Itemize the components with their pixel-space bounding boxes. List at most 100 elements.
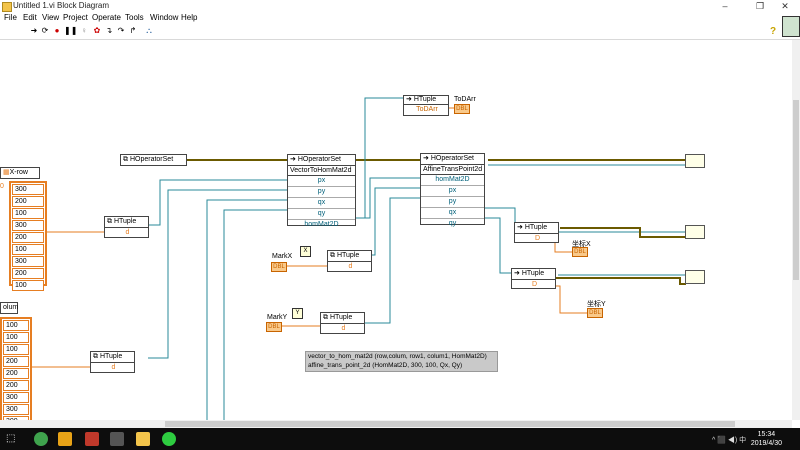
file-explorer-icon[interactable] [58,432,72,446]
comment-line: vector_to_hom_mat2d (row,colum, row1, co… [308,353,487,360]
node-header: ➜ HOperatorSet [421,154,484,165]
back-icon[interactable]: ⬚ [6,432,20,446]
scroll-thumb[interactable] [793,100,799,280]
param-px[interactable]: px [421,186,484,197]
media-icon[interactable] [110,432,124,446]
vector-to-hom-mat2d-node[interactable]: ➜ HOperatorSet VectorToHomMat2d px py qx… [287,154,356,228]
node-header: ➜ HTuple [512,269,555,280]
htuple-constructor-node[interactable]: ⧉ HTuple d [104,216,149,238]
clock[interactable]: 15:34 2019/4/30 [751,430,782,448]
column-array-label: olum [0,302,18,314]
browser-icon[interactable] [34,432,48,446]
array-index[interactable]: 0 [0,183,4,190]
param-qx[interactable]: qx [421,208,484,219]
invoke-arrow-icon: ➜ [514,270,522,277]
method-name: VectorToHomMat2d [288,166,355,176]
array-element[interactable]: 100 [12,208,44,219]
array-element[interactable]: 300 [3,404,29,415]
node-header: ➜ HTuple [515,223,558,234]
xrow-array-label: ▦X-row [0,167,40,179]
marky-label: MarkY [267,314,288,321]
invoke-arrow-icon: ➜ [423,155,431,162]
htuple-qx-node[interactable]: ➜ HTuple D [514,222,559,243]
htuple-marky-node[interactable]: ⧉ HTuple d [320,312,365,334]
param-qy[interactable]: qy [288,209,355,220]
node-param: d [111,364,116,371]
array-element[interactable]: 200 [3,368,29,379]
array-element[interactable]: 300 [12,220,44,231]
close-reference-node[interactable] [685,154,705,168]
wechat-icon[interactable] [162,432,176,446]
node-param: d [125,229,130,236]
array-element[interactable]: 300 [12,184,44,195]
param-qy[interactable]: qy [421,219,484,229]
hoperatorset-constant[interactable]: ⧉ HOperatorSet [120,154,187,166]
invoke-arrow-icon: ➜ [517,224,525,231]
markx-label: MarkX [272,253,293,260]
node-param: D [534,235,541,242]
class-icon: ⧉ [107,218,114,225]
todarr-indicator[interactable]: DBL [454,104,470,114]
array-element[interactable]: 100 [12,280,44,291]
method-name: AffineTransPoint2d [421,166,484,175]
array-element[interactable]: 100 [3,344,29,355]
labview-taskbar-icon[interactable] [136,432,150,446]
node-header: ➜ HOperatorSet [288,155,355,166]
class-icon: ⧉ [323,314,330,321]
horizontal-scrollbar[interactable] [0,420,792,428]
class-icon: ⧉ [123,156,130,163]
free-label-comment[interactable]: vector_to_hom_mat2d (row,colum, row1, co… [305,351,498,372]
column-array[interactable]: 100 100 100 200 200 200 300 300 300 [0,317,32,427]
node-header: ⧉ HTuple [91,352,134,363]
node-param: D [531,281,538,288]
affine-trans-point2d-node[interactable]: ➜ HOperatorSet AffineTransPoint2d homMat… [420,153,485,227]
htuple-todarr-node[interactable]: ➜ HTuple ToDArr [403,95,449,116]
array-element[interactable]: 100 [12,244,44,255]
comment-line: affine_trans_point_2d (HomMat2D, 300, 10… [308,362,463,369]
param-py[interactable]: py [288,187,355,198]
clock-date: 2019/4/30 [750,440,782,447]
array-element[interactable]: 200 [12,232,44,243]
node-param: d [341,325,346,332]
array-element[interactable]: 200 [3,380,29,391]
close-reference-node[interactable] [685,225,705,239]
htuple-constructor-node[interactable]: ⧉ HTuple d [90,351,135,373]
y-label-box: Y [292,308,303,319]
node-header: ⧉ HTuple [105,217,148,228]
param-px[interactable]: px [288,176,355,187]
close-reference-node[interactable] [685,270,705,284]
node-header: ⧉ HTuple [321,313,364,324]
param-py[interactable]: py [421,197,484,208]
clock-time: 15:34 [757,431,776,438]
array-element[interactable]: 100 [3,320,29,331]
system-tray[interactable]: ^ ⬛ ◀) 中 [712,435,746,445]
invoke-arrow-icon: ➜ [406,96,414,103]
param-hommat2d[interactable]: homMat2D [288,220,355,230]
node-header: ➜ HTuple [404,96,448,105]
coord-y-indicator[interactable]: DBL [587,308,603,318]
array-icon: ▦ [3,169,10,176]
array-element[interactable]: 200 [12,268,44,279]
node-param: d [348,263,353,270]
class-icon: ⧉ [330,252,337,259]
markx-control[interactable]: DBL [271,262,287,272]
class-icon: ⧉ [93,353,100,360]
coord-x-indicator[interactable]: DBL [572,247,588,257]
htuple-markx-node[interactable]: ⧉ HTuple d [327,250,372,272]
xrow-array[interactable]: 300 200 100 300 200 100 300 200 100 [9,181,47,291]
app-icon[interactable] [85,432,99,446]
x-label-box: X [300,246,311,257]
marky-control[interactable]: DBL [266,322,282,332]
todarr-label: ToDArr [454,96,476,103]
htuple-qy-node[interactable]: ➜ HTuple D [511,268,556,289]
array-element[interactable]: 300 [12,256,44,267]
array-element[interactable]: 100 [3,332,29,343]
scroll-thumb[interactable] [165,421,735,427]
vertical-scrollbar[interactable] [792,40,800,420]
array-element[interactable]: 200 [3,356,29,367]
param-qx[interactable]: qx [288,198,355,209]
array-element[interactable]: 200 [12,196,44,207]
param-hommat2d[interactable]: homMat2D [421,175,484,186]
node-header: ⧉ HTuple [328,251,371,262]
array-element[interactable]: 300 [3,392,29,403]
